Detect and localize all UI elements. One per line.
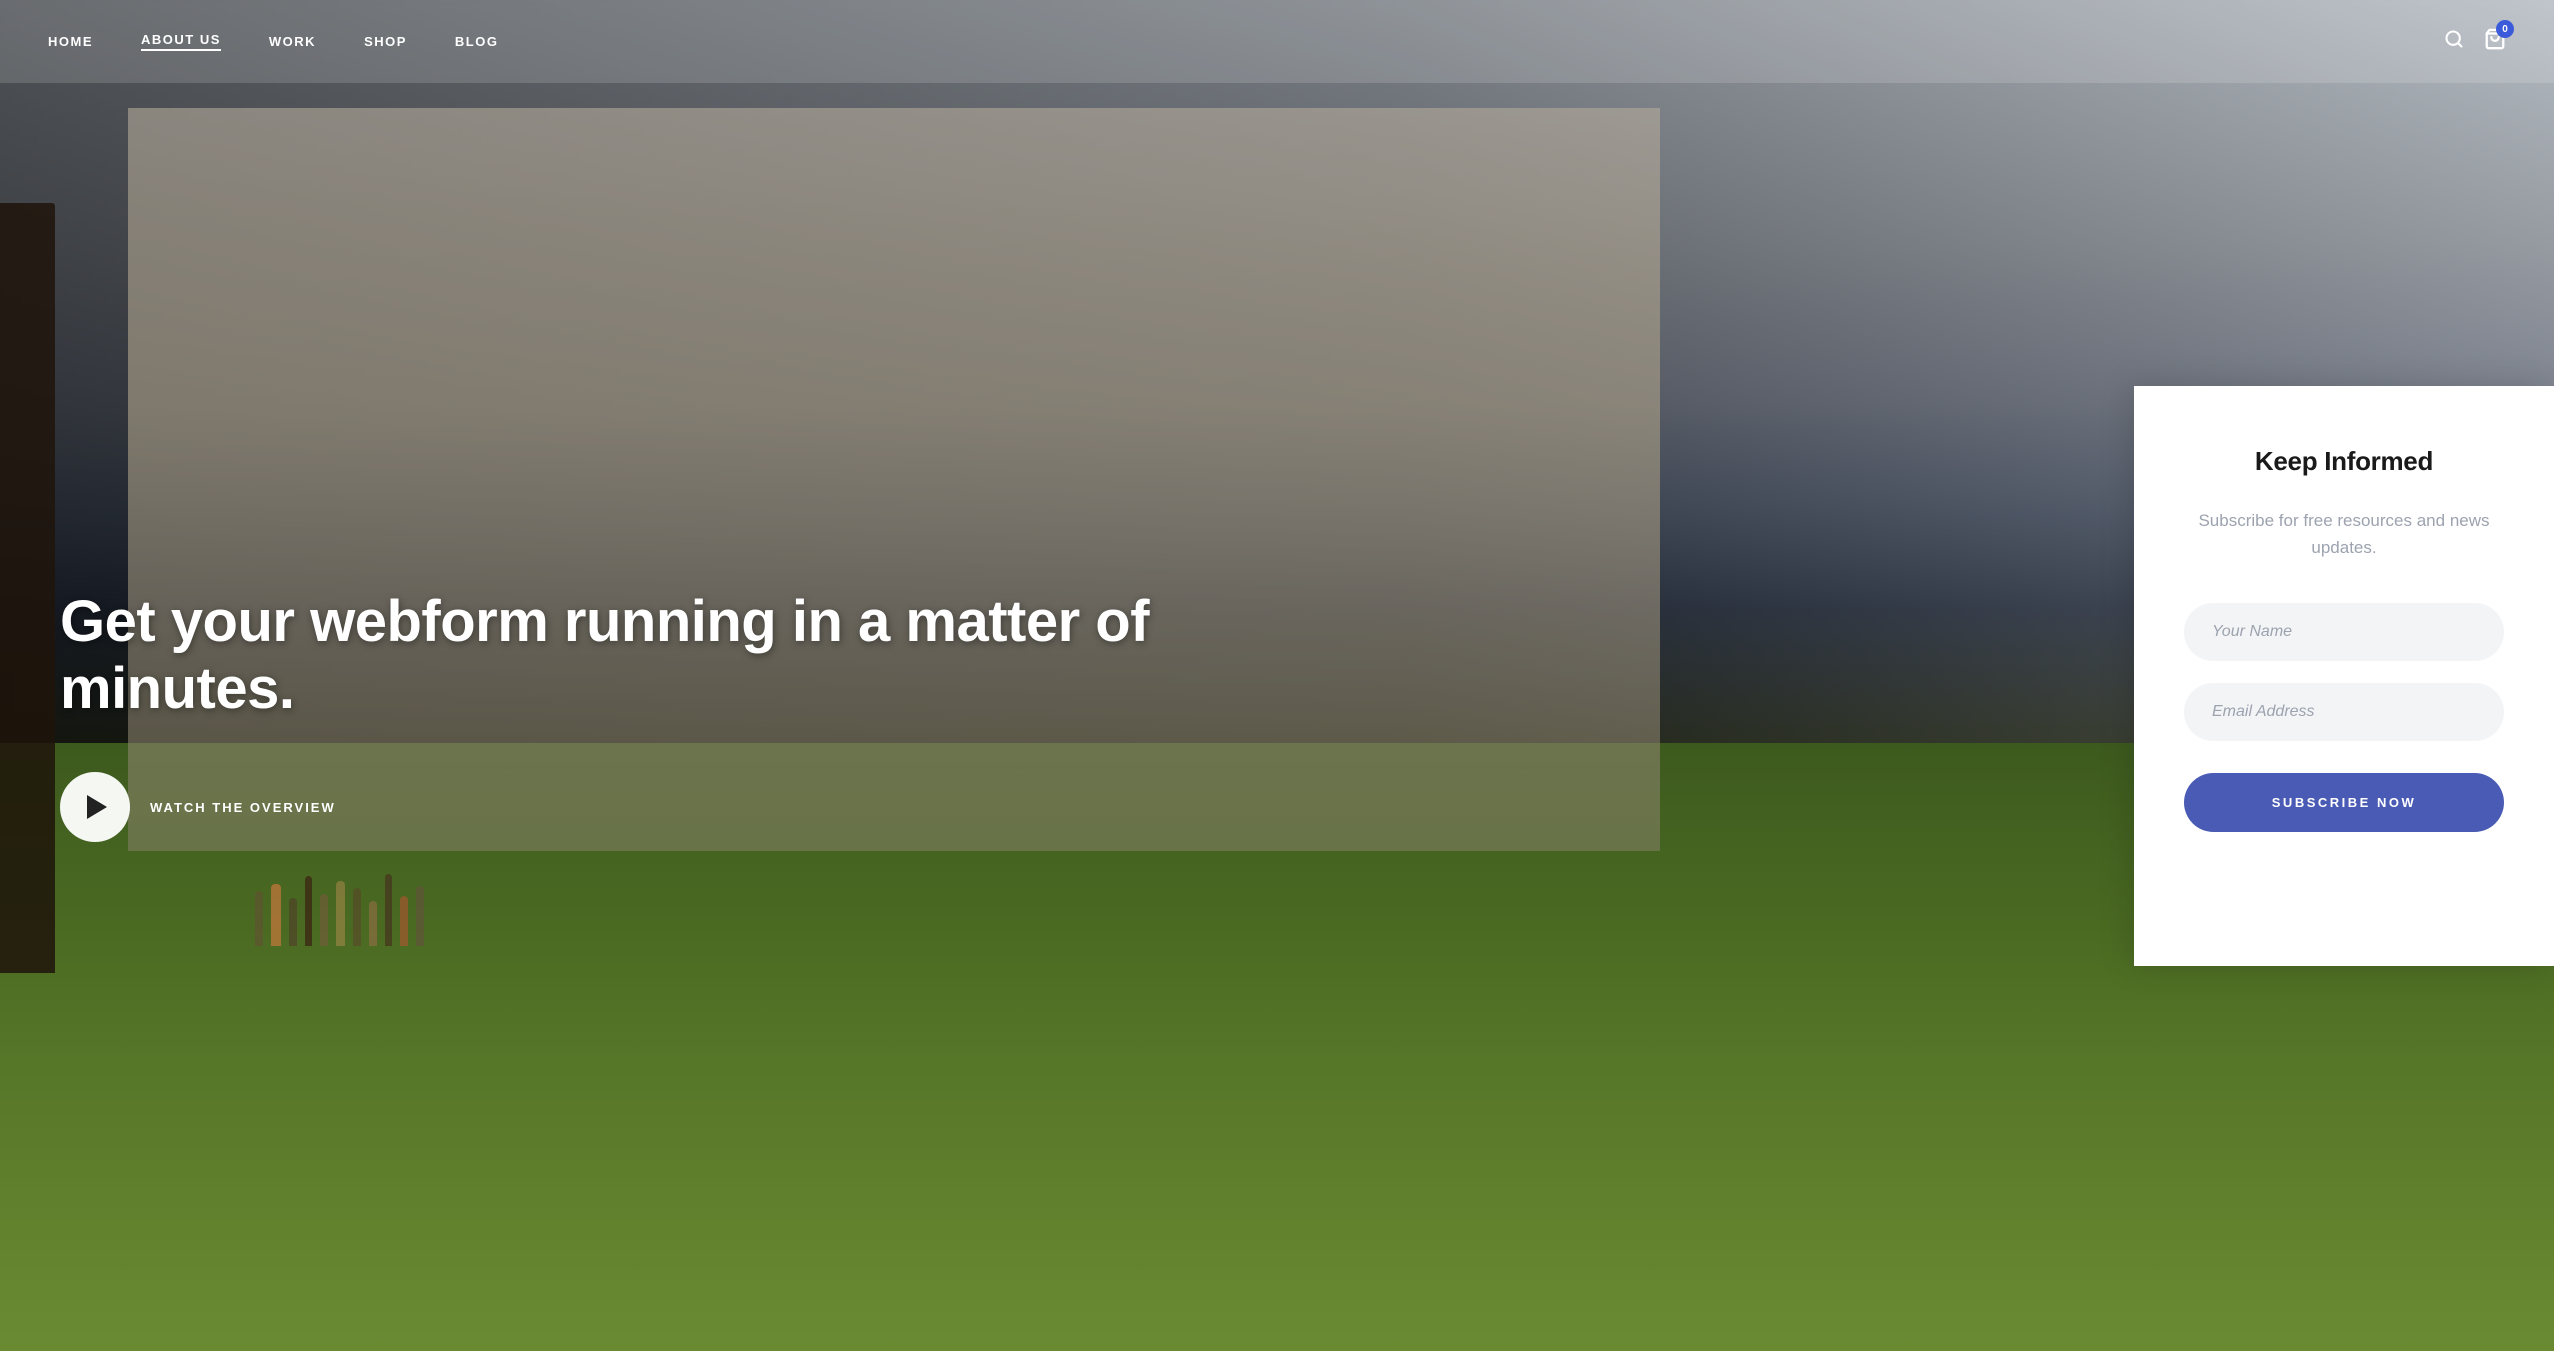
play-button-circle (60, 772, 130, 842)
form-subtitle: Subscribe for free resources and news up… (2184, 507, 2504, 561)
subscribe-form-card: Keep Informed Subscribe for free resourc… (2134, 386, 2554, 966)
nav-home[interactable]: HOME (48, 34, 93, 49)
cart-icon[interactable]: 0 (2484, 28, 2506, 55)
nav-links: HOME ABOUT US WORK SHOP BLOG (48, 32, 498, 51)
nav-work[interactable]: WORK (269, 34, 316, 49)
form-title: Keep Informed (2255, 446, 2433, 477)
main-nav: HOME ABOUT US WORK SHOP BLOG 0 (0, 0, 2554, 83)
watch-label: WATCH THE OVERVIEW (150, 800, 336, 815)
subscribe-button[interactable]: SUBSCRIBE NOW (2184, 773, 2504, 832)
nav-right: 0 (2444, 28, 2506, 55)
form-card-wrapper: Keep Informed Subscribe for free resourc… (2134, 0, 2554, 1351)
play-icon (87, 795, 107, 819)
nav-shop[interactable]: SHOP (364, 34, 407, 49)
search-icon[interactable] (2444, 29, 2464, 54)
email-input[interactable] (2184, 683, 2504, 741)
nav-blog[interactable]: BLOG (455, 34, 499, 49)
hero-title: Get your webform running in a matter of … (60, 589, 1345, 722)
watch-overview-button[interactable]: WATCH THE OVERVIEW (60, 772, 336, 842)
cart-badge: 0 (2496, 20, 2514, 38)
name-input[interactable] (2184, 603, 2504, 661)
hero-section: Get your webform running in a matter of … (0, 0, 2554, 1351)
people-silhouettes (255, 866, 1532, 946)
nav-about[interactable]: ABOUT US (141, 32, 221, 51)
hero-content: Get your webform running in a matter of … (0, 509, 1405, 842)
